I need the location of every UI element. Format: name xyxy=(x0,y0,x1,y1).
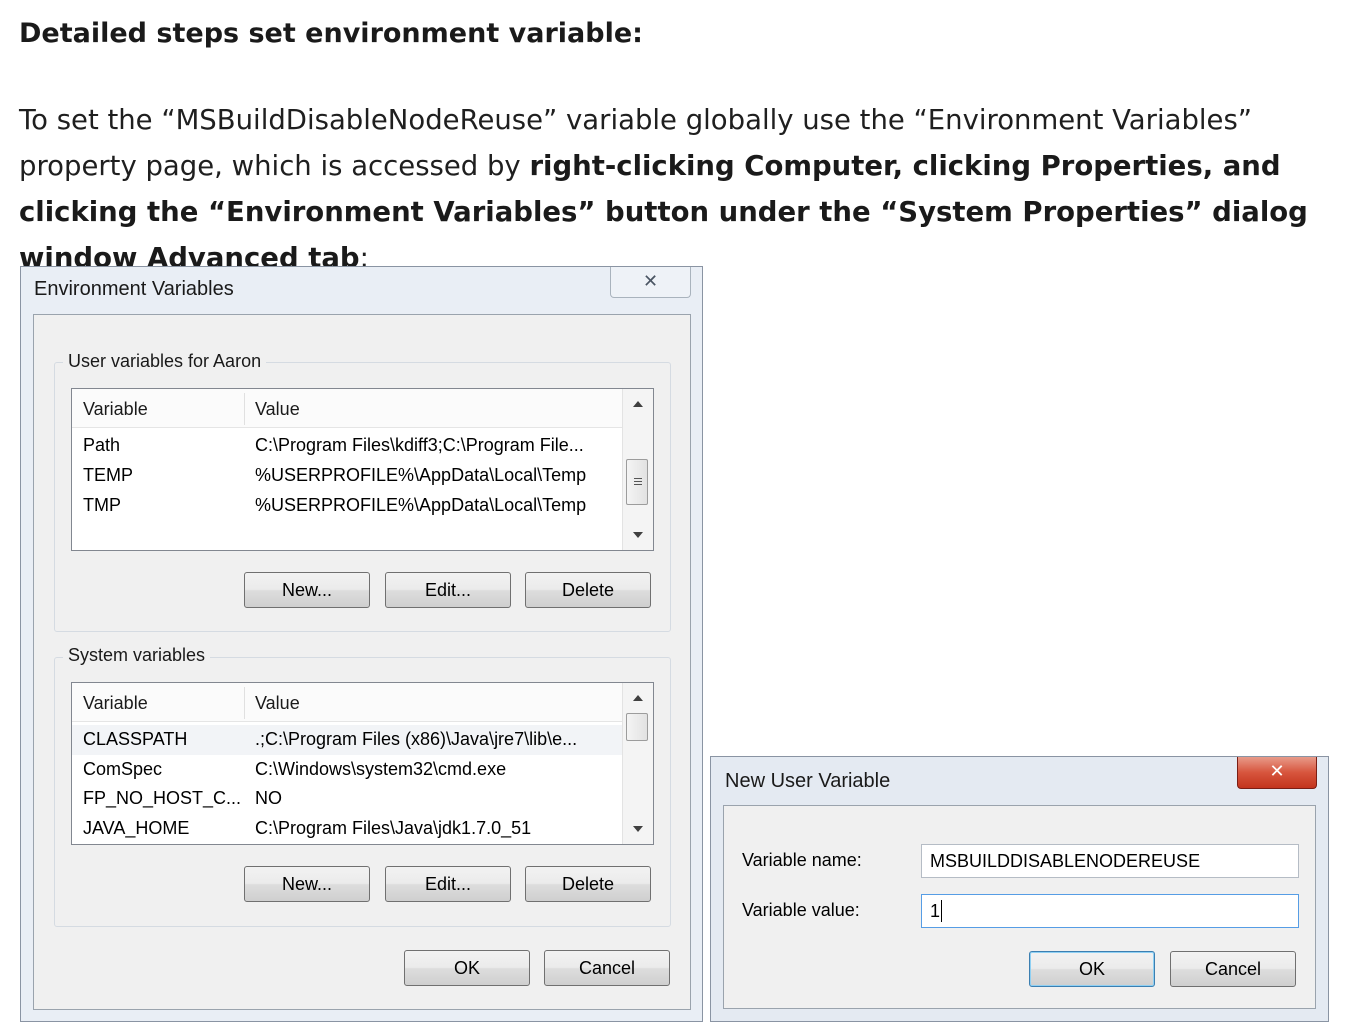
close-icon: ✕ xyxy=(1269,761,1285,782)
user-variables-label: User variables for Aaron xyxy=(63,351,267,372)
environment-variables-dialog: Environment Variables ✕ User variables f… xyxy=(20,266,703,1022)
system-delete-button[interactable]: Delete xyxy=(525,866,651,902)
variable-cell: Path xyxy=(83,435,121,455)
close-icon: ✕ xyxy=(642,271,659,292)
variable-value-label: Variable value: xyxy=(742,900,860,920)
column-header-value[interactable]: Value xyxy=(255,399,300,420)
column-divider[interactable] xyxy=(244,393,245,425)
variable-cell: CLASSPATH xyxy=(83,729,188,749)
ok-button[interactable]: OK xyxy=(404,950,530,986)
close-button[interactable]: ✕ xyxy=(610,267,691,298)
cancel-button[interactable]: Cancel xyxy=(1170,951,1296,987)
grip-icon xyxy=(634,484,642,485)
list-header: Variable Value xyxy=(72,683,623,722)
dialog-body: User variables for Aaron Variable Value … xyxy=(33,314,691,1010)
close-button[interactable]: ✕ xyxy=(1237,757,1317,789)
article-heading: Detailed steps set environment variable: xyxy=(19,18,643,49)
cancel-button[interactable]: Cancel xyxy=(544,950,670,986)
table-row[interactable]: JAVA_HOME C:\Program Files\Java\jdk1.7.0… xyxy=(72,814,623,844)
table-row[interactable]: ComSpec C:\Windows\system32\cmd.exe xyxy=(72,755,623,785)
dialog-title: New User Variable xyxy=(725,770,891,792)
article-paragraph: To set the “MSBuildDisableNodeReuse” var… xyxy=(19,97,1339,281)
variable-cell: JAVA_HOME xyxy=(83,818,190,838)
variable-cell: TMP xyxy=(83,495,121,515)
value-cell: C:\Windows\system32\cmd.exe xyxy=(255,759,507,779)
dialog-body: Variable name: MSBUILDDISABLENODEREUSE V… xyxy=(723,805,1316,1009)
scroll-up-arrow-icon[interactable] xyxy=(633,401,643,407)
scroll-up-arrow-icon[interactable] xyxy=(633,695,643,701)
scroll-down-arrow-icon[interactable] xyxy=(633,826,643,832)
system-variables-label: System variables xyxy=(63,645,211,666)
variable-cell: TEMP xyxy=(83,465,134,485)
new-user-variable-dialog: New User Variable ✕ Variable name: MSBUI… xyxy=(710,756,1329,1022)
user-edit-button[interactable]: Edit... xyxy=(385,572,511,608)
user-delete-button[interactable]: Delete xyxy=(525,572,651,608)
scroll-down-arrow-icon[interactable] xyxy=(633,532,643,538)
text-cursor xyxy=(941,900,942,922)
variable-name-label: Variable name: xyxy=(742,850,862,870)
grip-icon xyxy=(634,481,642,482)
variable-name-value: MSBUILDDISABLENODEREUSE xyxy=(930,851,1201,871)
vertical-scrollbar[interactable] xyxy=(622,683,653,844)
user-new-button[interactable]: New... xyxy=(244,572,370,608)
list-header: Variable Value xyxy=(72,389,623,428)
table-row[interactable]: Path C:\Program Files\kdiff3;C:\Program … xyxy=(72,431,623,461)
value-cell: .;C:\Program Files (x86)\Java\jre7\lib\e… xyxy=(255,729,578,749)
scrollbar-thumb[interactable] xyxy=(626,459,648,505)
system-edit-button[interactable]: Edit... xyxy=(385,866,511,902)
value-cell: NO xyxy=(255,788,282,808)
table-row[interactable]: CLASSPATH .;C:\Program Files (x86)\Java\… xyxy=(72,725,623,755)
scrollbar-thumb[interactable] xyxy=(626,713,648,741)
table-row[interactable]: FP_NO_HOST_C... NO xyxy=(72,784,623,814)
table-row[interactable]: TEMP %USERPROFILE%\AppData\Local\Temp xyxy=(72,461,623,491)
value-cell: C:\Program Files\Java\jdk1.7.0_51 xyxy=(255,818,532,838)
value-cell: %USERPROFILE%\AppData\Local\Temp xyxy=(255,495,587,515)
variable-cell: ComSpec xyxy=(83,759,163,779)
ok-button[interactable]: OK xyxy=(1029,951,1155,987)
variable-value-value: 1 xyxy=(930,901,941,921)
system-variables-list[interactable]: Variable Value CLASSPATH .;C:\Program Fi… xyxy=(71,682,654,845)
dialog-title: Environment Variables xyxy=(34,278,234,300)
variable-name-field[interactable]: MSBUILDDISABLENODEREUSE xyxy=(921,844,1299,878)
user-variables-list[interactable]: Variable Value Path C:\Program Files\kdi… xyxy=(71,388,654,551)
column-header-value[interactable]: Value xyxy=(255,693,300,714)
system-new-button[interactable]: New... xyxy=(244,866,370,902)
column-divider[interactable] xyxy=(244,687,245,719)
variable-value-field[interactable]: 1 xyxy=(921,894,1299,928)
grip-icon xyxy=(634,478,642,479)
variable-cell: FP_NO_HOST_C... xyxy=(83,788,242,808)
table-row[interactable]: TMP %USERPROFILE%\AppData\Local\Temp xyxy=(72,491,623,521)
value-cell: C:\Program Files\kdiff3;C:\Program File.… xyxy=(255,435,584,455)
value-cell: %USERPROFILE%\AppData\Local\Temp xyxy=(255,465,587,485)
column-header-variable[interactable]: Variable xyxy=(83,693,148,714)
vertical-scrollbar[interactable] xyxy=(622,389,653,550)
column-header-variable[interactable]: Variable xyxy=(83,399,148,420)
